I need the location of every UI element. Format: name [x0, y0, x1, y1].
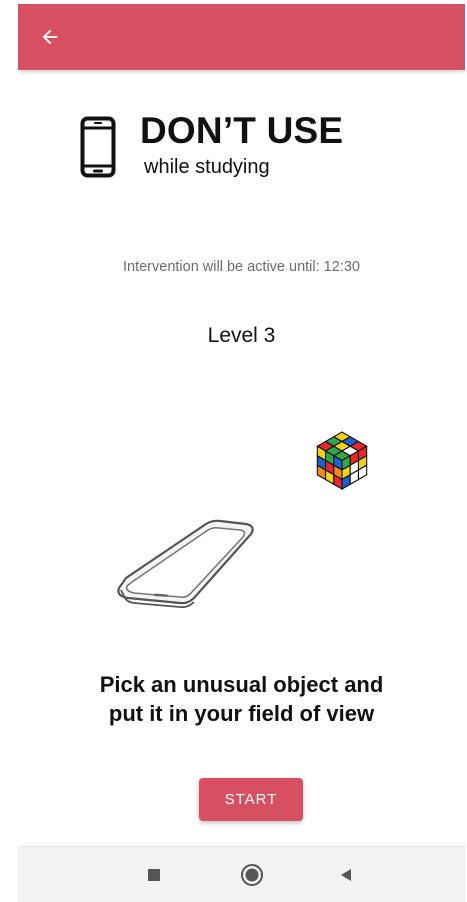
home-button[interactable]: [234, 857, 270, 893]
intervention-header: DON’T USE while studying: [80, 108, 420, 188]
start-button[interactable]: START: [199, 778, 303, 821]
page-title: DON’T USE: [140, 110, 344, 151]
instruction-line-1: Pick an unusual object and: [99, 672, 384, 697]
rubiks-cube-icon: [316, 431, 368, 490]
arrow-left-icon: [42, 29, 58, 45]
smartphone-icon: [80, 116, 116, 178]
page-subtitle: while studying: [144, 156, 270, 178]
circle-icon: [241, 864, 263, 886]
intervention-status: Intervention will be active until: 12:30: [123, 259, 360, 275]
square-icon: [148, 869, 160, 881]
app-screen: DON’T USE while studying Intervention wi…: [18, 4, 465, 902]
recents-button[interactable]: [136, 857, 172, 893]
triangle-back-icon: [341, 869, 351, 881]
nav-back-button[interactable]: [328, 857, 364, 893]
app-bar: [18, 4, 465, 70]
back-button[interactable]: [32, 19, 68, 55]
system-nav-bar: [18, 846, 465, 902]
phone-outline-icon: [117, 519, 254, 608]
instruction-line-2: put it in your field of view: [108, 701, 375, 726]
level-label: Level 3: [207, 324, 276, 347]
instruction-text: Pick an unusual object and put it in you…: [18, 670, 465, 728]
